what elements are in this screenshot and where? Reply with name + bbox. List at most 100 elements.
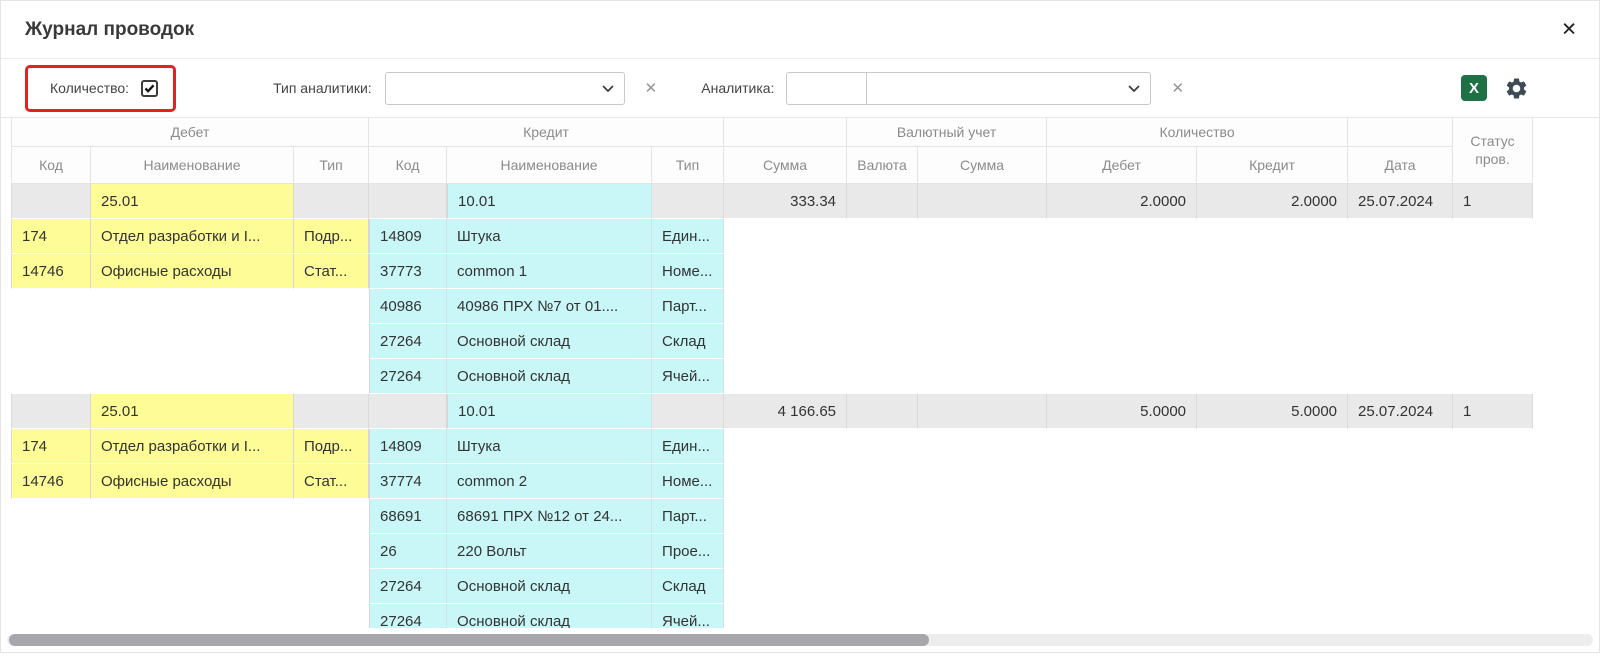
cell-c_code[interactable]: 40986 [369,289,447,324]
cell-cur_sum[interactable] [918,219,1047,254]
cell-q_credit[interactable]: 2.0000 [1197,184,1348,219]
cell-date[interactable] [1348,289,1453,324]
cell-q_credit[interactable]: 5.0000 [1197,394,1348,429]
cell-c_type[interactable]: Един... [652,219,724,254]
cell-d_code[interactable] [11,604,91,628]
cell-currency[interactable] [847,604,918,628]
cell-d_code[interactable] [11,499,91,534]
cell-currency[interactable] [847,464,918,499]
cell-cur_sum[interactable] [918,254,1047,289]
cell-d_type[interactable]: Стат... [294,254,369,289]
cell-date[interactable] [1348,534,1453,569]
cell-c_type[interactable]: Склад [652,569,724,604]
cell-sum[interactable] [724,429,847,464]
cell-d_type[interactable] [294,569,369,604]
cell-q_debit[interactable] [1047,429,1197,464]
cell-d_name[interactable]: Отдел разработки и I... [91,429,294,464]
cell-status[interactable] [1453,254,1533,289]
cell-d_code[interactable]: 174 [11,219,91,254]
cell-d_type[interactable]: Подр... [294,219,369,254]
cell-q_debit[interactable] [1047,499,1197,534]
cell-d_type[interactable] [294,499,369,534]
cell-q_debit[interactable] [1047,289,1197,324]
cell-q_debit[interactable] [1047,324,1197,359]
cell-currency[interactable] [847,429,918,464]
cell-c_name[interactable]: Основной склад [447,359,652,394]
cell-c_code[interactable]: 14809 [369,219,447,254]
cell-c_code[interactable]: 27264 [369,569,447,604]
cell-c_name[interactable]: Основной склад [447,324,652,359]
cell-sum[interactable] [724,359,847,394]
quantity-checkbox[interactable] [141,80,158,97]
cell-status[interactable] [1453,464,1533,499]
cell-d_code[interactable]: 14746 [11,254,91,289]
cell-cur_sum[interactable] [918,324,1047,359]
analytics-type-select[interactable] [385,72,625,105]
cell-q_debit[interactable] [1047,464,1197,499]
cell-d_name[interactable] [91,324,294,359]
cell-c_type[interactable]: Склад [652,324,724,359]
cell-q_credit[interactable] [1197,359,1348,394]
cell-q_debit[interactable] [1047,604,1197,628]
cell-d_code[interactable] [11,324,91,359]
cell-d_name[interactable] [91,359,294,394]
cell-q_credit[interactable] [1197,604,1348,628]
cell-sum[interactable] [724,569,847,604]
cell-date[interactable] [1348,604,1453,628]
cell-d_name[interactable]: 25.01 [91,394,294,429]
cell-c_type[interactable] [652,394,724,429]
cell-sum[interactable]: 333.34 [724,184,847,219]
cell-d_type[interactable] [294,604,369,628]
cell-c_name[interactable]: Штука [447,219,652,254]
cell-d_type[interactable] [294,324,369,359]
cell-cur_sum[interactable] [918,289,1047,324]
cell-status[interactable] [1453,219,1533,254]
cell-status[interactable] [1453,499,1533,534]
cell-date[interactable]: 25.07.2024 [1348,394,1453,429]
cell-sum[interactable] [724,499,847,534]
cell-q_credit[interactable] [1197,534,1348,569]
cell-status[interactable]: 1 [1453,394,1533,429]
scrollbar-thumb[interactable] [9,634,929,646]
cell-status[interactable] [1453,289,1533,324]
cell-c_code[interactable] [369,184,447,219]
cell-c_code[interactable]: 27264 [369,359,447,394]
cell-c_name[interactable]: 10.01 [447,394,652,429]
cell-sum[interactable] [724,604,847,628]
cell-c_name[interactable]: 220 Вольт [447,534,652,569]
cell-cur_sum[interactable] [918,534,1047,569]
cell-status[interactable]: 1 [1453,184,1533,219]
cell-c_code[interactable]: 14809 [369,429,447,464]
cell-currency[interactable] [847,324,918,359]
cell-currency[interactable] [847,569,918,604]
cell-date[interactable] [1348,254,1453,289]
cell-cur_sum[interactable] [918,359,1047,394]
analytics-type-clear-icon[interactable]: ✕ [645,81,658,96]
cell-status[interactable] [1453,604,1533,628]
cell-cur_sum[interactable] [918,499,1047,534]
cell-c_name[interactable]: common 2 [447,464,652,499]
cell-q_debit[interactable] [1047,359,1197,394]
cell-currency[interactable] [847,254,918,289]
cell-d_code[interactable] [11,569,91,604]
cell-c_type[interactable]: Прое... [652,534,724,569]
cell-currency[interactable] [847,359,918,394]
cell-d_name[interactable]: Офисные расходы [91,254,294,289]
cell-c_name[interactable]: Основной склад [447,604,652,628]
cell-cur_sum[interactable] [918,429,1047,464]
cell-q_debit[interactable] [1047,534,1197,569]
cell-currency[interactable] [847,184,918,219]
cell-c_name[interactable]: 10.01 [447,184,652,219]
cell-d_type[interactable] [294,534,369,569]
cell-d_name[interactable] [91,289,294,324]
cell-d_type[interactable]: Подр... [294,429,369,464]
cell-d_code[interactable]: 174 [11,429,91,464]
cell-status[interactable] [1453,429,1533,464]
cell-c_name[interactable]: Штука [447,429,652,464]
cell-c_type[interactable]: Номе... [652,464,724,499]
cell-date[interactable]: 25.07.2024 [1348,184,1453,219]
cell-c_type[interactable]: Един... [652,429,724,464]
cell-q_credit[interactable] [1197,219,1348,254]
cell-cur_sum[interactable] [918,604,1047,628]
cell-sum[interactable] [724,254,847,289]
